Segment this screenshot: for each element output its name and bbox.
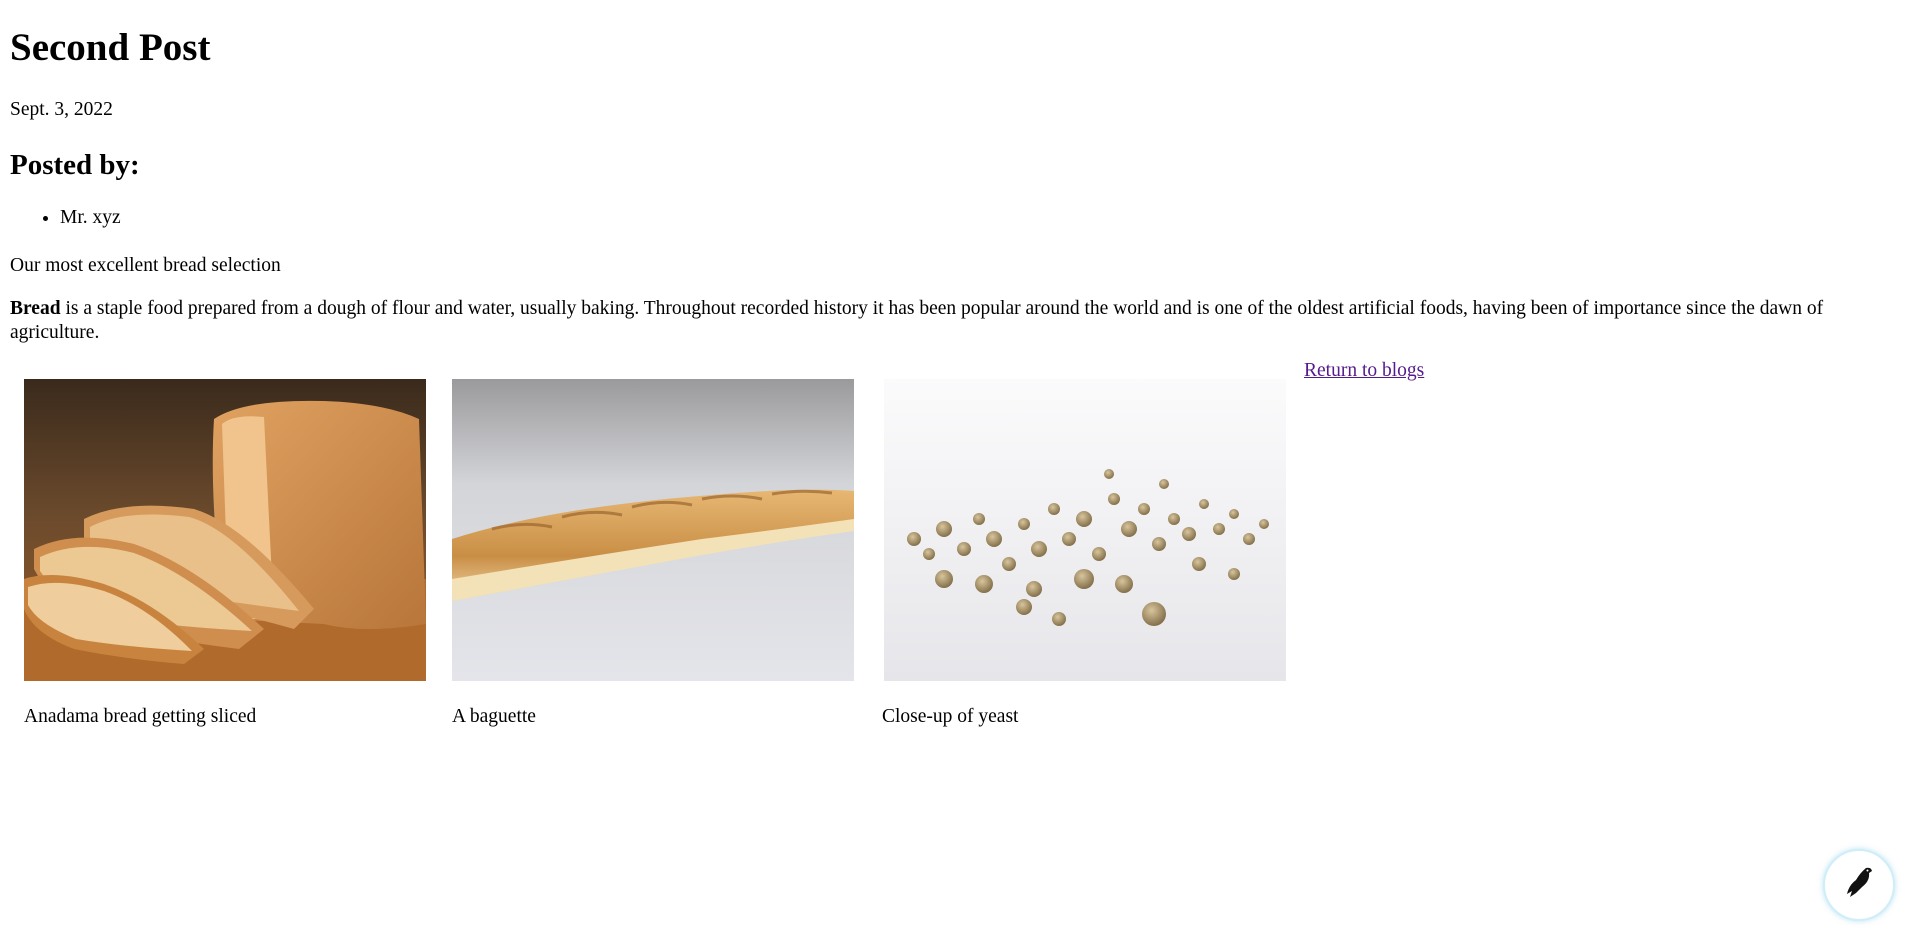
post-body: Bread is a staple food prepared from a d… bbox=[10, 297, 1901, 345]
posted-by-heading: Posted by: bbox=[10, 149, 140, 181]
bread-image bbox=[24, 379, 426, 681]
post-title: Second Post bbox=[10, 26, 211, 69]
gallery-caption: Close-up of yeast bbox=[882, 706, 1019, 727]
gallery-caption: A baguette bbox=[452, 706, 536, 727]
author-list: Mr. xyz bbox=[10, 206, 1901, 230]
gallery-item-bread: Anadama bread getting sliced bbox=[24, 379, 426, 729]
yeast-image bbox=[884, 379, 1286, 681]
bird-icon bbox=[1844, 865, 1874, 905]
post-tagline: Our most excellent bread selection bbox=[10, 255, 281, 276]
return-to-blogs-link[interactable]: Return to blogs bbox=[1304, 359, 1424, 383]
image-gallery: Anadama bread getting sliced A baguette … bbox=[10, 359, 1901, 727]
floating-action-button[interactable] bbox=[1823, 849, 1895, 921]
author-item: Mr. xyz bbox=[60, 206, 1901, 230]
baguette-image bbox=[452, 379, 854, 681]
post-page: Second Post Sept. 3, 2022 Posted by: Mr.… bbox=[0, 25, 1911, 727]
gallery-item-baguette: A baguette bbox=[452, 379, 854, 729]
gallery-item-yeast: Close-up of yeast bbox=[882, 379, 1286, 729]
gallery-caption: Anadama bread getting sliced bbox=[24, 706, 257, 727]
post-date: Sept. 3, 2022 bbox=[10, 99, 113, 120]
post-body-text: is a staple food prepared from a dough o… bbox=[10, 298, 1824, 343]
post-body-bold: Bread bbox=[10, 298, 61, 319]
